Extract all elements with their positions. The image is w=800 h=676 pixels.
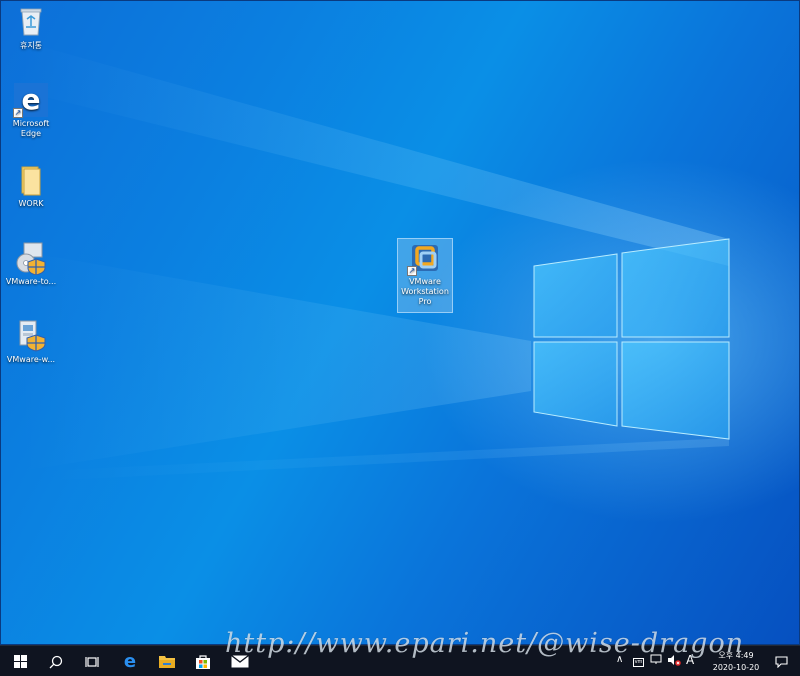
desktop-icon-vmware-workstation-pro[interactable]: ↗ VMware Workstation Pro (397, 238, 453, 313)
shortcut-arrow-icon: ↗ (13, 108, 23, 118)
wallpaper-windows-logo (21, 41, 730, 481)
taskbar-store-button[interactable] (185, 646, 221, 676)
desktop-icon-label: VMware-w... (6, 355, 56, 364)
task-view-icon (85, 656, 99, 667)
shortcut-arrow-icon: ↗ (407, 266, 417, 276)
desktop-icon-label: WORK (18, 199, 44, 208)
vmware-workstation-icon: ↗ (407, 241, 442, 276)
file-explorer-icon (159, 656, 175, 668)
desktop[interactable]: 휴지통 e ↗ Microsoft Edge WORK VMware-to...… (0, 0, 800, 645)
notification-icon (774, 655, 788, 668)
edge-icon: e (123, 651, 137, 672)
desktop-icon-label: VMware Workstation Pro (401, 277, 449, 306)
search-button[interactable] (38, 646, 74, 676)
desktop-icon-label: Microsoft Edge (12, 119, 50, 138)
start-icon (13, 655, 27, 668)
vmware-workstation-installer-icon (14, 319, 48, 353)
clock-date: 2020-10-20 (712, 663, 760, 672)
desktop-icon-vmware-workstation-installer[interactable]: VMware-w... (2, 319, 60, 365)
store-icon (196, 654, 210, 669)
taskbar-edge-button[interactable]: e (112, 646, 148, 676)
desktop-icon-work-folder[interactable]: WORK (2, 163, 60, 209)
desktop-icon-vmware-tools[interactable]: VMware-to... (2, 241, 60, 287)
folder-icon (14, 163, 48, 197)
desktop-icon-edge[interactable]: e ↗ Microsoft Edge (2, 83, 60, 139)
desktop-icon-recycle-bin[interactable]: 휴지통 (2, 5, 60, 51)
start-button[interactable] (2, 646, 38, 676)
action-center-button[interactable] (766, 646, 796, 676)
taskbar-file-explorer-button[interactable] (149, 646, 185, 676)
edge-icon: e ↗ (13, 83, 48, 118)
vmware-tray-icon: vm (633, 658, 644, 667)
recycle-bin-icon (14, 5, 48, 39)
task-view-button[interactable] (74, 646, 110, 676)
watermark-text: http://www.epari.net/@wise-dragon (225, 628, 745, 659)
desktop-icon-label: VMware-to... (5, 277, 57, 286)
vmware-tools-installer-icon (14, 241, 48, 276)
desktop-icon-label: 휴지통 (19, 41, 43, 50)
search-icon (49, 655, 63, 668)
